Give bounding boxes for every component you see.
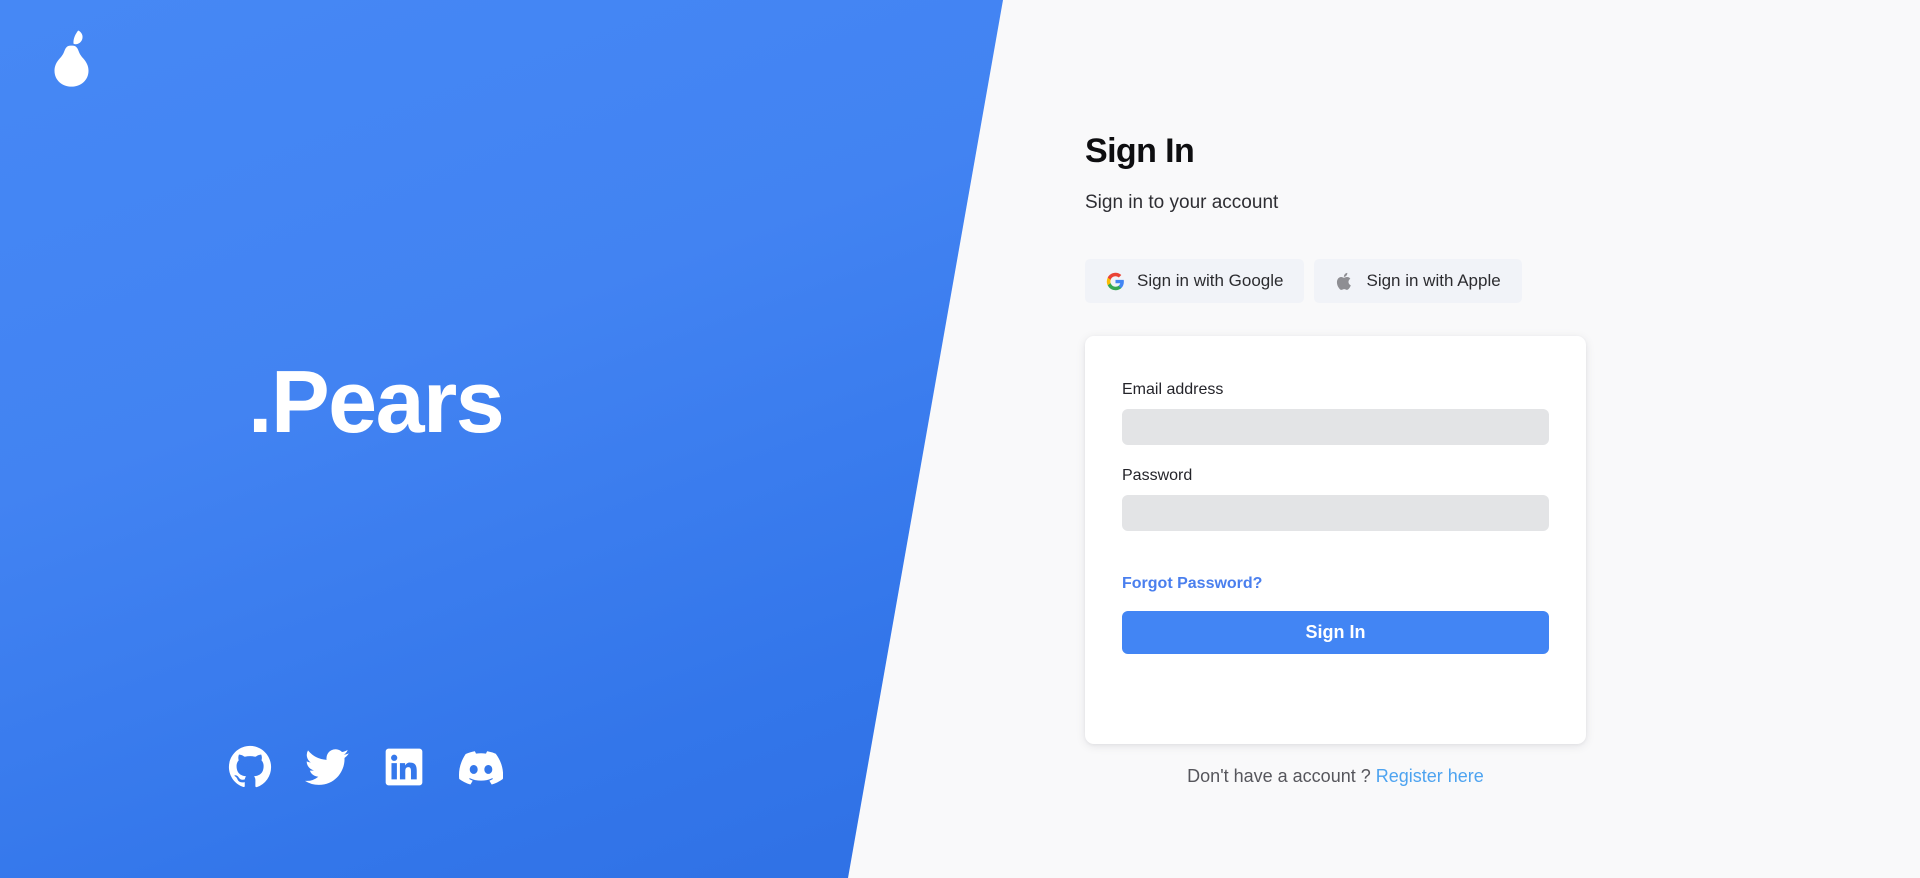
email-label: Email address bbox=[1122, 381, 1224, 398]
sign-in-with-google-label: Sign in with Google bbox=[1137, 271, 1284, 290]
sign-in-submit-button[interactable]: Sign In bbox=[1122, 611, 1549, 654]
apple-icon bbox=[1335, 272, 1354, 291]
github-icon[interactable] bbox=[228, 745, 272, 789]
email-field-group: Email address bbox=[1122, 381, 1549, 445]
social-links bbox=[228, 745, 503, 789]
twitter-icon[interactable] bbox=[305, 745, 349, 789]
oauth-provider-row: Sign in with Google Sign in with Apple bbox=[1085, 259, 1522, 303]
password-label: Password bbox=[1122, 467, 1193, 484]
sign-in-with-apple-button[interactable]: Sign in with Apple bbox=[1314, 259, 1522, 303]
brand-wordmark: .Pears bbox=[248, 352, 505, 451]
register-here-link[interactable]: Register here bbox=[1376, 766, 1484, 786]
auth-area: Sign In Sign in to your account Sign in … bbox=[1085, 0, 1605, 878]
forgot-password-link[interactable]: Forgot Password? bbox=[1122, 575, 1262, 593]
sign-in-form-card: Email address Password Forgot Password? … bbox=[1085, 336, 1586, 744]
google-g-icon bbox=[1106, 272, 1125, 291]
discord-icon[interactable] bbox=[459, 745, 503, 789]
page-subtitle: Sign in to your account bbox=[1085, 192, 1279, 213]
email-input[interactable] bbox=[1122, 409, 1549, 445]
register-prompt-text: Don't have a account ? bbox=[1187, 766, 1371, 786]
password-input[interactable] bbox=[1122, 495, 1549, 531]
password-field-group: Password bbox=[1122, 467, 1549, 531]
register-prompt: Don't have a account ? Register here bbox=[1085, 766, 1586, 787]
brand-panel: .Pears bbox=[0, 0, 1003, 878]
sign-in-with-google-button[interactable]: Sign in with Google bbox=[1085, 259, 1305, 303]
pear-icon bbox=[48, 28, 96, 90]
linkedin-icon[interactable] bbox=[382, 745, 426, 789]
sign-in-with-apple-label: Sign in with Apple bbox=[1366, 271, 1501, 290]
page-title: Sign In bbox=[1085, 132, 1195, 170]
